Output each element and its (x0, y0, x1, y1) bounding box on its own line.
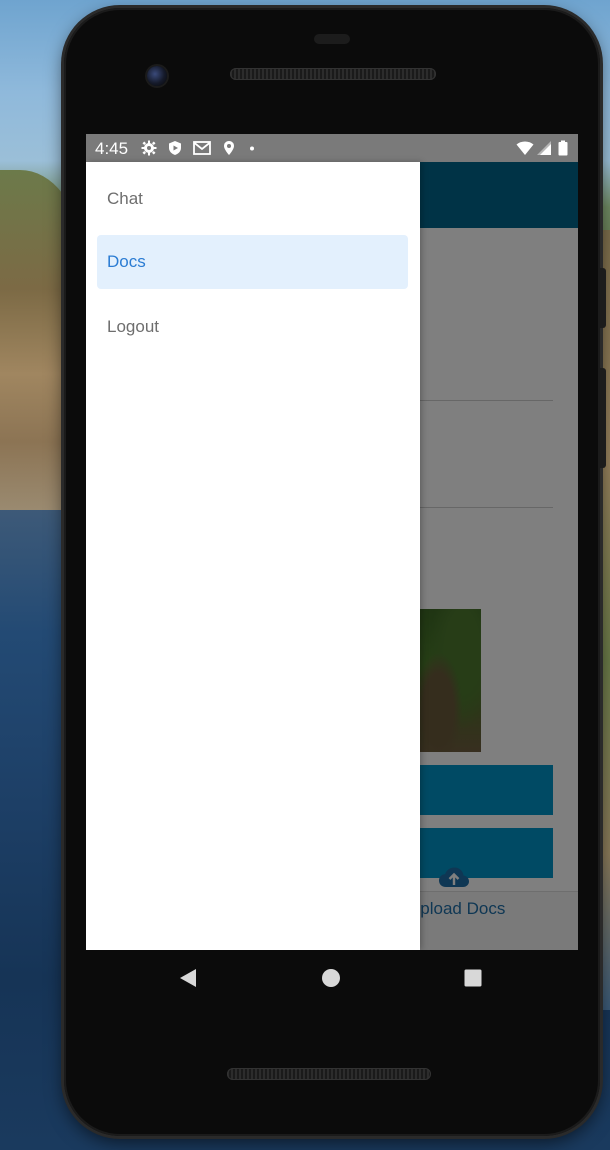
back-icon[interactable] (178, 968, 198, 988)
status-time: 4:45 (95, 139, 129, 158)
recents-icon[interactable] (464, 969, 482, 987)
drawer-item-label: Docs (107, 252, 146, 271)
home-icon[interactable] (321, 968, 341, 988)
wifi-icon (516, 141, 534, 155)
front-camera-icon (147, 66, 167, 86)
status-bar: 4:45 (86, 134, 578, 162)
drawer-item-logout[interactable]: Logout (97, 300, 408, 354)
gmail-icon (193, 141, 211, 155)
battery-icon (558, 140, 568, 156)
navigation-drawer: Chat Docs Logout (86, 162, 420, 950)
device-screen: 4:45 Chat Docs Logout (86, 134, 578, 950)
earpiece (314, 34, 350, 44)
power-button (600, 268, 606, 328)
top-speaker (230, 68, 436, 80)
drawer-item-docs[interactable]: Docs (97, 235, 408, 289)
bottom-speaker (227, 1068, 431, 1080)
settings-icon (141, 140, 157, 156)
drawer-item-chat[interactable]: Chat (97, 172, 408, 226)
drawer-item-label: Chat (107, 189, 143, 208)
cellular-icon (537, 141, 551, 155)
shield-play-icon (169, 141, 181, 155)
location-icon (224, 141, 234, 155)
drawer-item-label: Logout (107, 317, 159, 336)
volume-button (600, 368, 606, 468)
dot-icon (250, 146, 254, 151)
